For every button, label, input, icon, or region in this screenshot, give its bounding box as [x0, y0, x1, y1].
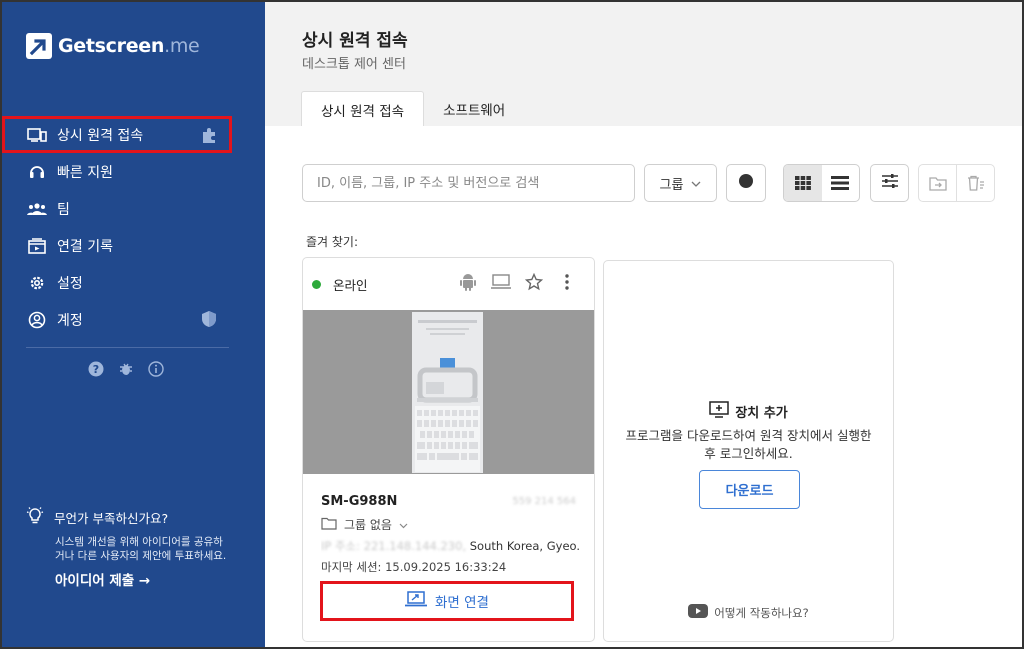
how-it-works-label: 어떻게 작동하나요?: [714, 605, 809, 620]
move-to-folder-icon[interactable]: [919, 165, 957, 201]
device-group-label: 그룹 없음: [344, 518, 392, 532]
help-icon[interactable]: ?: [88, 361, 104, 377]
android-icon: [458, 272, 478, 292]
team-icon: [26, 198, 48, 220]
logo-arrow-icon: [26, 33, 52, 59]
feedback-question: 무언가 부족하신가요?: [54, 511, 169, 526]
device-ip: IP 주소: 221.148.144.230,: [321, 539, 467, 553]
help-row: ?: [88, 361, 164, 377]
screen-connect-icon: [405, 591, 427, 611]
page-subtitle: 데스크톱 제어 센터: [302, 57, 406, 72]
sidebar-item-history[interactable]: 연결 기록: [2, 227, 265, 264]
sidebar-item-label: 상시 원격 접속: [57, 127, 144, 144]
sidebar-item-label: 팀: [57, 201, 70, 218]
view-toggle: [783, 164, 860, 202]
list-view-icon[interactable]: [822, 165, 860, 201]
sidebar-item-label: 계정: [57, 312, 83, 329]
online-dot-icon: [312, 280, 321, 289]
status-label: 온라인: [333, 278, 368, 293]
grid-view-icon[interactable]: [784, 165, 822, 201]
headset-icon: [26, 161, 48, 183]
device-location: South Korea, Gyeo...: [466, 539, 579, 553]
content-panel: 그룹 즐겨 찾기: 온라인: [265, 126, 1022, 647]
connect-screen-button[interactable]: 화면 연결: [320, 581, 574, 621]
add-device-card: 장치 추가 프로그램을 다운로드하여 원격 장치에서 실행한 후 로그인하세요.…: [603, 260, 894, 642]
tab-software[interactable]: 소프트웨어: [424, 91, 524, 127]
tab-bar: 상시 원격 접속 소프트웨어: [301, 91, 524, 127]
folder-actions-group: [918, 164, 995, 202]
sidebar-item-label: 설정: [57, 275, 83, 292]
filter-settings-button[interactable]: [870, 164, 909, 202]
sliders-icon: [881, 173, 899, 193]
connect-screen-label: 화면 연결: [435, 595, 489, 611]
device-card[interactable]: 온라인 SM-G988N 559 214 564 그룹 없음 IP 주소: 22…: [302, 257, 595, 642]
feedback-description: 시스템 개선을 위해 아이디어를 공유하거나 다른 사용자의 제안에 투표하세요…: [55, 536, 227, 562]
device-last-session: 마지막 세션: 15.09.2025 16:33:24: [321, 560, 507, 574]
history-icon: [26, 235, 48, 257]
status-dot-icon: [738, 173, 754, 193]
sidebar-nav: 상시 원격 접속 빠른 지원 팀 연결 기록 설정 계정: [2, 116, 265, 338]
delete-list-icon[interactable]: [957, 175, 994, 191]
svg-text:?: ?: [93, 363, 99, 376]
phone-screen-preview: [412, 312, 483, 473]
device-screen-thumbnail[interactable]: [303, 310, 594, 474]
group-dropdown-label: 그룹: [659, 177, 684, 193]
sidebar-item-quick-support[interactable]: 빠른 지원: [2, 153, 265, 190]
sidebar: Getscreen.me 상시 원격 접속 빠른 지원 팀 연결 기록 설정 계…: [2, 2, 265, 647]
shield-icon[interactable]: [201, 310, 217, 332]
device-tools: [458, 272, 577, 292]
device-group-selector[interactable]: 그룹 없음: [321, 516, 408, 533]
page-title: 상시 원격 접속: [302, 31, 408, 51]
star-icon[interactable]: [524, 272, 544, 292]
remote-screen-icon[interactable]: [491, 272, 511, 292]
sidebar-item-label: 빠른 지원: [57, 164, 113, 181]
logo-suffix: .me: [164, 35, 200, 57]
bug-icon[interactable]: [118, 361, 134, 377]
device-name: SM-G988N: [321, 494, 398, 509]
download-button[interactable]: 다운로드: [699, 470, 800, 509]
sidebar-item-settings[interactable]: 설정: [2, 264, 265, 301]
info-icon[interactable]: [148, 361, 164, 377]
status-filter-button[interactable]: [726, 164, 766, 202]
add-device-description: 프로그램을 다운로드하여 원격 장치에서 실행한 후 로그인하세요.: [625, 428, 872, 461]
device-id: 559 214 564: [512, 496, 576, 507]
sidebar-divider: [26, 347, 229, 348]
more-vertical-icon[interactable]: [557, 272, 577, 292]
add-screen-icon: [709, 401, 730, 422]
tab-permanent-access[interactable]: 상시 원격 접속: [301, 91, 425, 127]
sidebar-item-account[interactable]: 계정: [2, 301, 265, 338]
lightbulb-icon: [26, 506, 44, 529]
device-ip-location: IP 주소: 221.148.144.230, South Korea, Gye…: [321, 538, 579, 554]
favorites-label: 즐겨 찾기:: [306, 235, 359, 249]
group-dropdown[interactable]: 그룹: [644, 164, 717, 202]
logo[interactable]: Getscreen.me: [26, 33, 200, 59]
add-device-title: 장치 추가: [735, 406, 788, 421]
sidebar-item-label: 연결 기록: [57, 238, 113, 255]
submit-idea-link[interactable]: 아이디어 제출 →: [55, 569, 236, 589]
sidebar-item-permanent-access[interactable]: 상시 원격 접속: [2, 116, 232, 153]
youtube-icon: [688, 604, 709, 621]
puzzle-icon[interactable]: [200, 125, 220, 149]
search-input[interactable]: [302, 164, 635, 202]
device-status: 온라인: [312, 275, 368, 294]
sidebar-item-team[interactable]: 팀: [2, 190, 265, 227]
user-circle-icon: [26, 309, 48, 331]
main-area: 상시 원격 접속 데스크톱 제어 센터 상시 원격 접속 소프트웨어 그룹 즐겨…: [265, 2, 1022, 647]
logo-name: Getscreen: [58, 35, 165, 57]
how-it-works-link[interactable]: 어떻게 작동하나요?: [604, 604, 893, 621]
chevron-down-icon: [399, 518, 408, 532]
feedback-box: 무언가 부족하신가요? 시스템 개선을 위해 아이디어를 공유하거나 다른 사용…: [26, 506, 236, 589]
monitor-icon: [26, 124, 48, 146]
folder-icon: [321, 517, 337, 533]
chevron-down-icon: [691, 176, 701, 191]
gear-icon: [26, 272, 48, 294]
